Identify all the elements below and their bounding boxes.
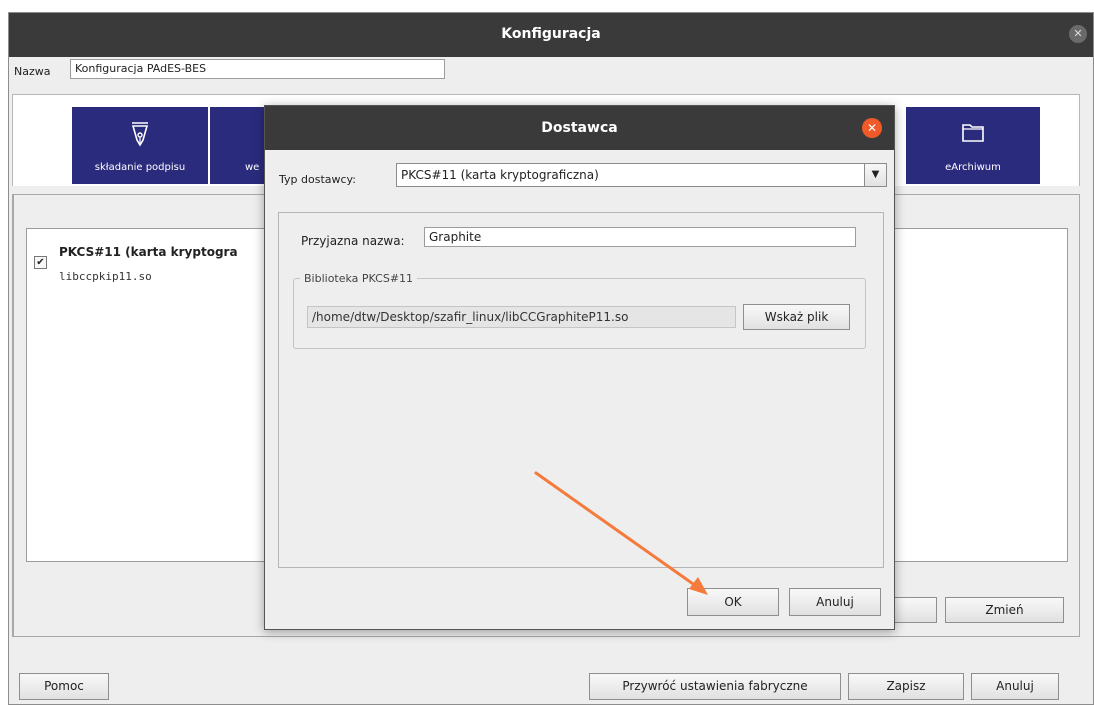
annotation-arrow <box>534 471 708 595</box>
